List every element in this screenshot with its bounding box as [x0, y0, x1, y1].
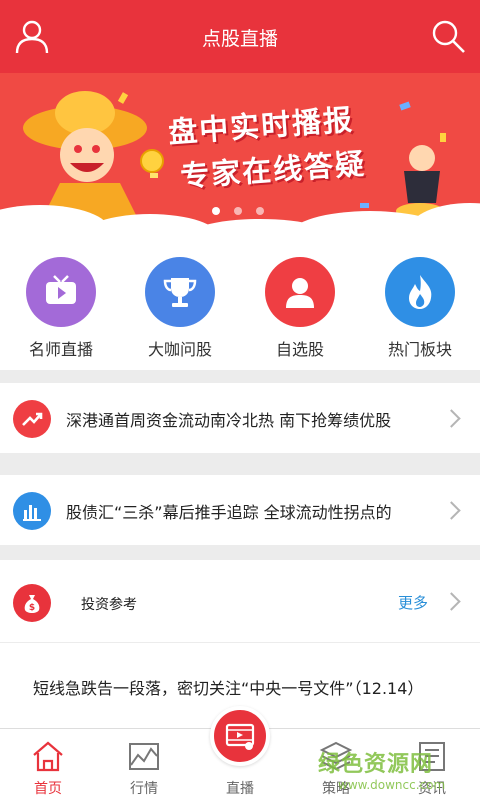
- tab-home[interactable]: 首页: [0, 729, 96, 800]
- trend-up-icon: [13, 400, 51, 438]
- search-icon: [432, 20, 465, 53]
- section-title: 投资参考: [81, 597, 137, 613]
- quick-item-teacher-live[interactable]: 名师直播: [11, 257, 111, 360]
- chevron-right-icon: [442, 501, 461, 520]
- quick-item-watchlist[interactable]: 自选股: [250, 257, 350, 360]
- quick-item-expert-qa[interactable]: 大咖问股: [130, 257, 230, 360]
- search-button[interactable]: [428, 16, 468, 56]
- quick-item-label: 名师直播: [28, 340, 93, 359]
- chevron-right-icon: [442, 409, 461, 428]
- article-title: 短线急跌告一段落，密切关注“中央一号文件”（12.14）: [33, 679, 424, 698]
- money-bag-icon: $: [13, 584, 51, 622]
- trophy-icon: [145, 257, 215, 327]
- svg-text:$: $: [29, 603, 35, 613]
- tab-label: 直播: [226, 781, 254, 797]
- tab-label: 行情: [130, 781, 158, 797]
- quick-item-label: 大咖问股: [147, 340, 212, 359]
- chart-icon: [129, 743, 159, 770]
- more-link[interactable]: 更多: [398, 592, 428, 613]
- user-icon: [265, 257, 335, 327]
- bar-chart-icon: [13, 492, 51, 530]
- chevron-right-icon[interactable]: [442, 592, 461, 611]
- quick-item-label: 热门板块: [387, 340, 452, 359]
- news-item[interactable]: 股债汇“三杀”幕后推手追踪 全球流动性拐点的: [0, 475, 480, 545]
- carousel-dot[interactable]: [256, 207, 264, 215]
- quick-item-label: 自选股: [275, 340, 324, 359]
- news-title: 深港通首周资金流动南冷北热 南下抢筹绩优股: [66, 411, 392, 430]
- watermark-title: 绿色资源网: [318, 752, 434, 777]
- tv-icon: [26, 257, 96, 327]
- quick-item-hot-sectors[interactable]: 热门板块: [370, 257, 470, 360]
- carousel-indicator: [212, 207, 264, 215]
- watermark: 绿色资源网 www.downcc.com: [318, 740, 478, 798]
- promo-banner[interactable]: 盘中实时播报 专家在线答疑: [0, 73, 480, 228]
- home-icon: [33, 741, 63, 772]
- fire-icon: [385, 257, 455, 327]
- live-fab-button[interactable]: [210, 706, 270, 766]
- news-title: 股债汇“三杀”幕后推手追踪 全球流动性拐点的: [66, 503, 392, 522]
- section-header-investment: $ 投资参考 更多: [0, 560, 480, 642]
- tab-label: 首页: [34, 781, 62, 797]
- carousel-dot[interactable]: [212, 207, 220, 215]
- app-header: 点股直播: [0, 0, 480, 73]
- video-icon: [225, 723, 255, 750]
- quick-menu: 名师直播 大咖问股 自选股 热门板块: [0, 228, 480, 370]
- news-item[interactable]: 深港通首周资金流动南冷北热 南下抢筹绩优股: [0, 383, 480, 453]
- watermark-url: www.downcc.com: [338, 778, 446, 792]
- tab-market[interactable]: 行情: [96, 729, 192, 800]
- carousel-dot[interactable]: [234, 207, 242, 215]
- page-title: 点股直播: [201, 28, 278, 50]
